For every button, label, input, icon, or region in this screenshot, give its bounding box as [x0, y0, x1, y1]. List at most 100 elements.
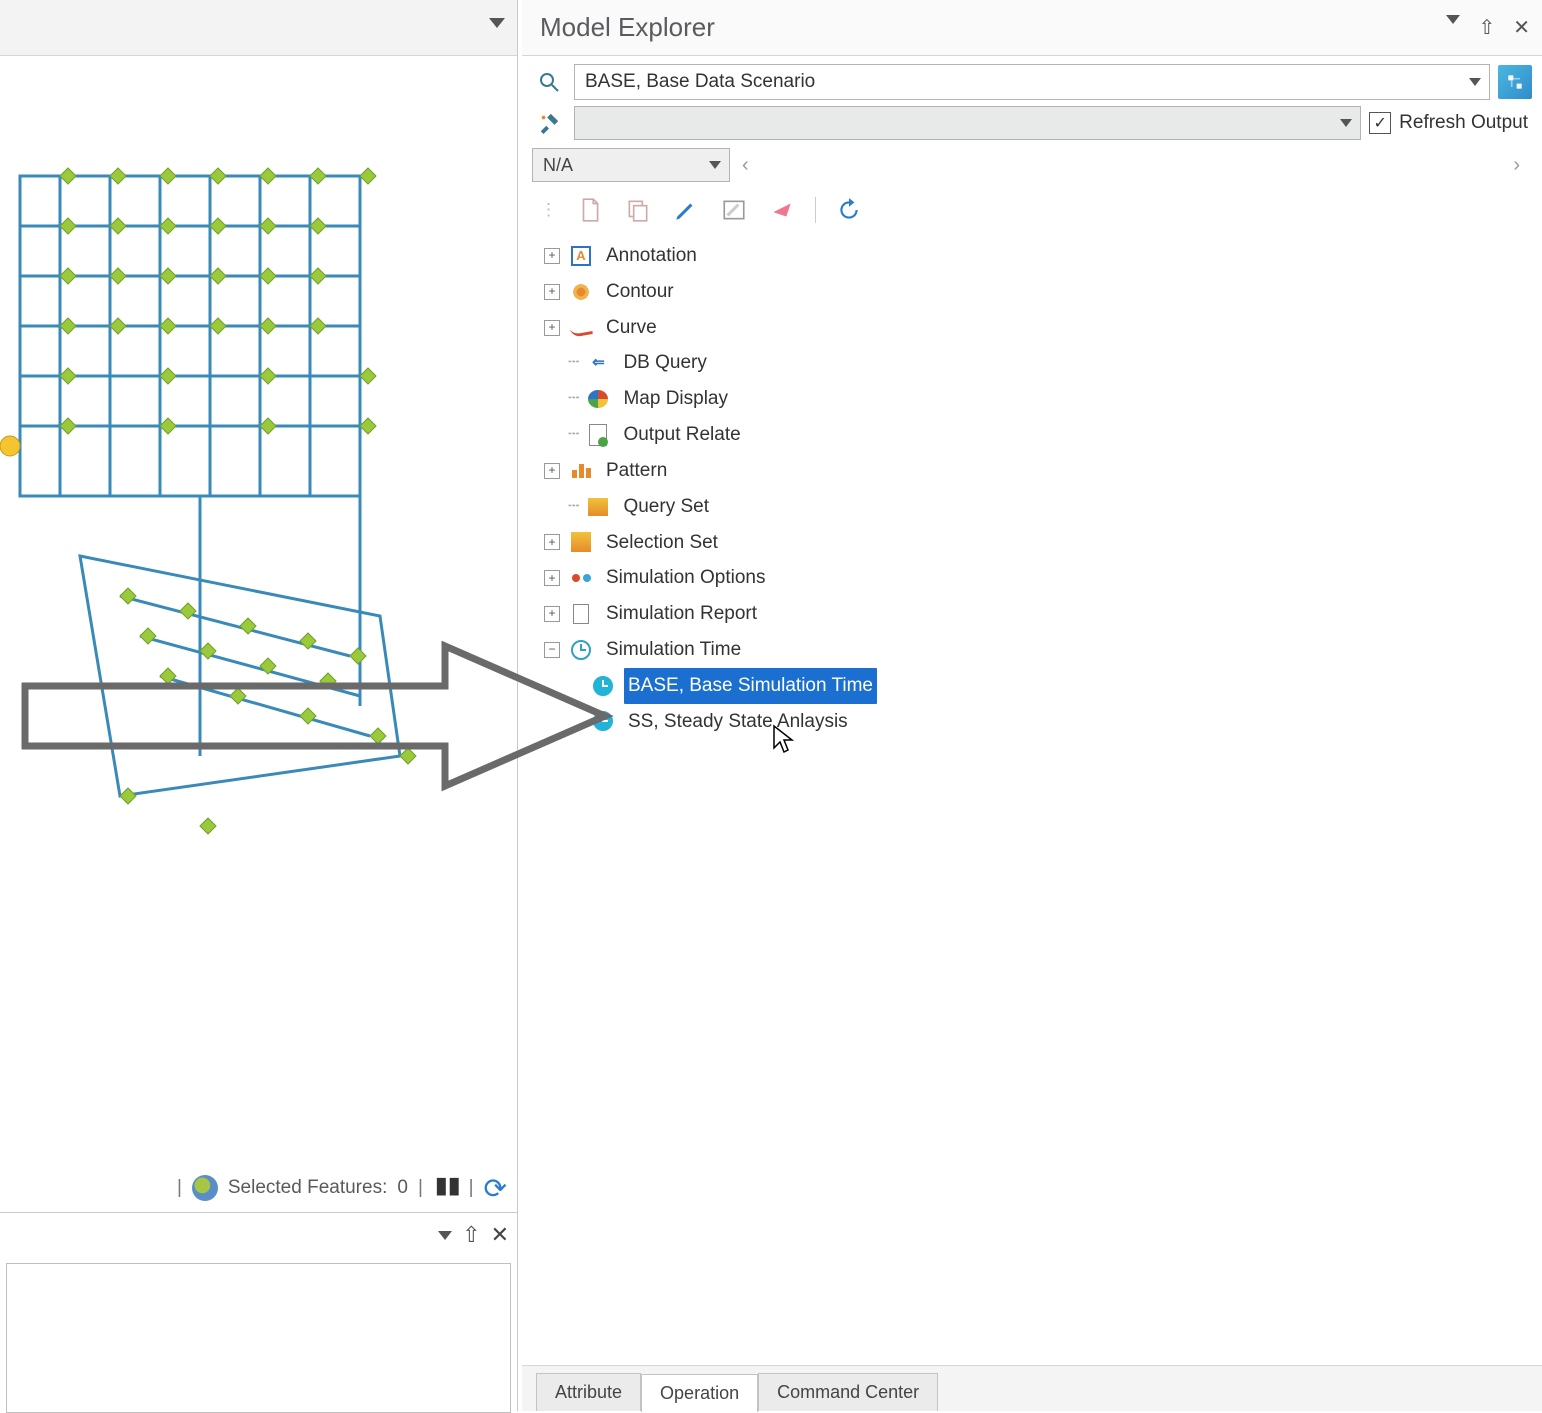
tree-label: Output Relate: [619, 417, 744, 453]
tree-leaf-spacer: [544, 391, 560, 407]
tree-node-curve[interactable]: + Curve: [530, 310, 1534, 346]
db-query-icon: ⇐: [587, 352, 609, 374]
tree-leaf-spacer: [544, 499, 560, 515]
next-timestep-button[interactable]: ›: [1513, 154, 1520, 177]
panel-options-caret-icon[interactable]: [1446, 15, 1460, 24]
tree-label: Selection Set: [602, 525, 722, 561]
timestep-combobox[interactable]: N/A: [532, 148, 730, 182]
scenario-combobox[interactable]: BASE, Base Data Scenario: [574, 64, 1490, 100]
tree-node-pattern[interactable]: + Pattern: [530, 453, 1534, 489]
tree-label: DB Query: [619, 345, 710, 381]
status-separator: |: [469, 1177, 474, 1199]
collapse-icon[interactable]: −: [544, 642, 560, 658]
simulation-options-icon: [570, 567, 592, 589]
close-icon[interactable]: ✕: [491, 1222, 509, 1248]
tree-node-map-display[interactable]: ┄ Map Display: [530, 381, 1534, 417]
scenario-value: BASE, Base Data Scenario: [585, 71, 815, 93]
checkbox-checked-icon: ✓: [1369, 112, 1391, 134]
rename-button[interactable]: [719, 195, 749, 225]
pattern-icon: [570, 460, 592, 482]
tree-node-query-set[interactable]: ┄ Query Set: [530, 489, 1534, 525]
zoom-selection-icon[interactable]: [192, 1175, 218, 1201]
status-separator: |: [177, 1177, 182, 1199]
edit-button[interactable]: [671, 195, 701, 225]
tree-node-simulation-report[interactable]: + Simulation Report: [530, 596, 1534, 632]
tree-node-base-simulation-time[interactable]: BASE, Base Simulation Time: [530, 668, 1534, 704]
panel-title: Model Explorer: [540, 12, 715, 43]
left-top-bar: [0, 0, 517, 56]
status-separator: |: [418, 1177, 423, 1199]
toolbar-grip-icon: ⋮: [540, 200, 557, 220]
contour-icon: [570, 281, 592, 303]
clock-icon: [592, 675, 614, 697]
pin-icon[interactable]: ⇧: [1478, 15, 1495, 40]
tree-connector-icon: ┄: [568, 418, 579, 452]
tree-node-db-query[interactable]: ┄ ⇐ DB Query: [530, 345, 1534, 381]
lower-left-panel: ⇧ ✕: [0, 1212, 517, 1413]
pin-icon[interactable]: ⇧: [462, 1222, 480, 1248]
tab-operation[interactable]: Operation: [641, 1374, 758, 1412]
timestep-value: N/A: [543, 155, 573, 176]
network-map-graphic: [0, 56, 517, 876]
tab-attribute[interactable]: Attribute: [536, 1373, 641, 1411]
tools-icon[interactable]: [532, 106, 566, 140]
simulation-report-icon: [570, 603, 592, 625]
annotation-icon: A: [570, 245, 592, 267]
expand-icon[interactable]: +: [544, 463, 560, 479]
lower-left-panel-body[interactable]: [6, 1263, 511, 1413]
expand-icon[interactable]: +: [544, 606, 560, 622]
time-nav-row: N/A ‹ ›: [522, 146, 1542, 184]
tree-connector-icon: ┄: [568, 490, 579, 524]
copy-button[interactable]: [623, 195, 653, 225]
tab-command-center[interactable]: Command Center: [758, 1373, 938, 1411]
output-relate-icon: [587, 424, 609, 446]
lower-left-panel-header: ⇧ ✕: [0, 1213, 517, 1257]
left-map-panel: | Selected Features: 0 | ▮▮ | ⟳ ⇧ ✕: [0, 0, 518, 1411]
secondary-combobox[interactable]: [574, 106, 1361, 140]
chevron-down-icon: [1340, 119, 1352, 127]
map-canvas[interactable]: [0, 56, 517, 1164]
expand-icon[interactable]: +: [544, 570, 560, 586]
refresh-output-label: Refresh Output: [1399, 112, 1528, 134]
delete-button[interactable]: [767, 195, 797, 225]
tree-label: Simulation Report: [602, 596, 761, 632]
query-set-icon: [587, 496, 609, 518]
tree-label: Map Display: [619, 381, 732, 417]
tree-label: Contour: [602, 274, 678, 310]
tree-label: Simulation Options: [602, 560, 769, 596]
tree-node-selection-set[interactable]: + Selection Set: [530, 525, 1534, 561]
pause-button[interactable]: ▮▮: [433, 1178, 459, 1198]
run-scenario-button[interactable]: [1498, 65, 1532, 99]
model-explorer-header: Model Explorer ⇧ ✕: [522, 0, 1542, 56]
selection-set-icon: [570, 531, 592, 553]
time-nav-arrows: ‹ ›: [730, 154, 1532, 177]
tree-node-output-relate[interactable]: ┄ Output Relate: [530, 417, 1534, 453]
chevron-down-icon: [709, 161, 721, 169]
tree-connector-icon: ┄: [568, 346, 579, 380]
expand-icon[interactable]: +: [544, 248, 560, 264]
tree-node-annotation[interactable]: + A Annotation: [530, 238, 1534, 274]
prev-timestep-button[interactable]: ‹: [742, 154, 749, 177]
reload-button[interactable]: [834, 195, 864, 225]
secondary-row: ✓ Refresh Output: [522, 104, 1542, 146]
refresh-map-button[interactable]: ⟳: [484, 1172, 507, 1205]
refresh-output-checkbox[interactable]: ✓ Refresh Output: [1369, 112, 1532, 134]
tree-label: Annotation: [602, 238, 701, 274]
panel-options-caret-icon[interactable]: [438, 1231, 452, 1240]
expand-icon[interactable]: +: [544, 320, 560, 336]
new-item-button[interactable]: [575, 195, 605, 225]
model-explorer-toolbar: ⋮: [522, 184, 1542, 236]
tree-connector-icon: ┄: [568, 382, 579, 416]
close-icon[interactable]: ✕: [1513, 15, 1530, 40]
tree-node-simulation-options[interactable]: + Simulation Options: [530, 560, 1534, 596]
tree-label-selected: BASE, Base Simulation Time: [624, 668, 877, 704]
tree-node-simulation-time[interactable]: − Simulation Time: [530, 632, 1534, 668]
expand-icon[interactable]: +: [544, 534, 560, 550]
expand-icon[interactable]: +: [544, 284, 560, 300]
scenario-search-icon[interactable]: [532, 65, 566, 99]
left-panel-dropdown-caret-icon[interactable]: [489, 18, 505, 28]
tree-node-contour[interactable]: + Contour: [530, 274, 1534, 310]
tree-node-steady-state[interactable]: SS, Steady State Anlaysis: [530, 704, 1534, 740]
tree-label: Simulation Time: [602, 632, 745, 668]
model-explorer-tree: + A Annotation + Contour + Curve ┄ ⇐ DB …: [522, 236, 1542, 747]
